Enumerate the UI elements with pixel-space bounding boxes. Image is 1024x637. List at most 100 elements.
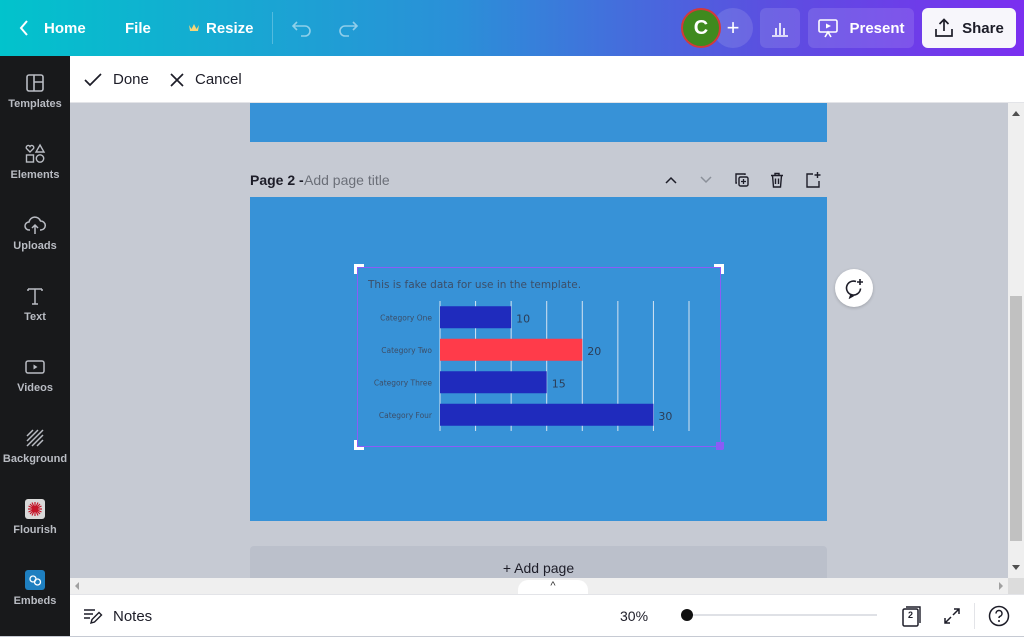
left-sidebar: Templates Elements Uploads Text Videos B… [0,56,70,636]
chart-selection-frame[interactable]: This is fake data for use in the templat… [354,264,724,450]
share-button[interactable]: Share [922,8,1016,48]
bottom-bar: Notes 30% 2 [70,594,1024,636]
present-icon [818,19,839,38]
done-button[interactable]: Done [83,56,149,103]
flourish-icon [25,499,45,519]
share-label: Share [962,19,1004,37]
undo-icon [291,21,311,37]
chevron-up-icon [665,176,677,184]
add-comment-button[interactable] [835,269,873,307]
category-label: Category Four [379,411,433,420]
category-label: Category Three [374,378,433,387]
bar-chart-icon [772,23,788,37]
home-button[interactable]: Home [18,0,86,56]
bar [440,306,512,329]
add-page-after-button[interactable] [802,169,824,191]
check-icon [84,72,102,86]
page-1-preview[interactable] [250,103,827,142]
sidebar-item-elements[interactable]: Elements [0,127,70,197]
duplicate-page-button[interactable] [731,169,753,191]
cancel-button[interactable]: Cancel [169,56,242,103]
sidebar-item-videos[interactable]: Videos [0,340,70,410]
sidebar-item-uploads[interactable]: Uploads [0,198,70,268]
insights-button[interactable] [760,8,800,48]
expand-icon [944,608,960,624]
scroll-down-arrow[interactable] [1012,565,1020,570]
undo-button[interactable] [291,0,313,56]
uploads-icon [24,216,46,234]
scroll-right-arrow[interactable] [999,582,1003,590]
scroll-left-arrow[interactable] [75,582,79,590]
add-page-label: + Add page [502,560,575,576]
page-number-label: Page 2 - [250,172,304,188]
present-label: Present [849,19,905,37]
page-title-input[interactable]: Add page title [304,172,390,188]
fullscreen-button[interactable] [942,606,962,631]
elements-icon [25,143,46,163]
notes-button[interactable]: Notes [83,595,152,637]
data-label: 30 [658,410,672,423]
sidebar-item-text[interactable]: Text [0,269,70,339]
edit-toolbar: Done Cancel [70,56,1024,103]
sidebar-item-label: Flourish [13,524,57,536]
data-label: 20 [587,345,601,358]
bar [440,338,583,361]
videos-icon [25,360,45,374]
data-label: 15 [552,377,566,390]
vertical-scrollbar[interactable] [1008,103,1024,578]
page-count: 2 [907,610,913,620]
vertical-scroll-thumb[interactable] [1010,296,1022,541]
crown-icon [189,24,199,31]
design-canvas: Page 2 - Add page title This is fake dat… [70,103,1008,578]
resize-label: Resize [206,19,254,37]
page-header: Page 2 - Add page title [250,169,827,191]
zoom-slider-handle[interactable] [681,609,693,621]
scrollbar-corner [1008,578,1024,594]
scroll-up-arrow[interactable] [1012,111,1020,116]
sidebar-item-label: Elements [10,169,60,181]
sidebar-item-flourish[interactable]: Flourish [0,482,70,552]
sidebar-item-background[interactable]: Background [0,411,70,481]
resize-button[interactable]: Resize [188,0,254,56]
help-button[interactable] [988,605,1010,632]
move-page-down-button[interactable] [695,169,717,191]
chevron-down-icon [700,176,712,184]
category-label: Category Two [381,346,432,355]
zoom-level[interactable]: 30% [620,595,648,637]
sidebar-item-label: Videos [17,382,53,394]
redo-button[interactable] [337,0,359,56]
page-count-button[interactable]: 2 [900,604,924,633]
sidebar-item-label: Embeds [13,595,57,607]
avatar[interactable]: C [681,8,721,48]
divider [974,603,975,629]
delete-page-button[interactable] [766,169,788,191]
notes-icon [84,609,103,625]
bar [440,403,654,426]
sidebar-item-templates[interactable]: Templates [0,56,70,126]
sidebar-item-embeds[interactable]: Embeds [0,553,70,623]
background-icon [26,429,44,447]
bar-chart: This is fake data for use in the templat… [367,279,690,431]
page-2[interactable]: This is fake data for use in the templat… [250,197,827,521]
cancel-label: Cancel [195,71,242,88]
present-button[interactable]: Present [808,8,914,48]
data-label: 10 [516,312,530,325]
zoom-slider-track[interactable] [686,614,877,616]
sidebar-item-label: Text [24,311,46,323]
duplicate-icon [735,173,749,187]
plus-icon: + [726,15,740,40]
sidebar-item-label: Uploads [13,240,57,252]
bar [440,371,547,394]
category-label: Category One [380,313,432,322]
close-icon [170,72,184,87]
chart-title: This is fake data for use in the templat… [367,279,581,291]
help-icon [988,605,1010,627]
top-bar: Home File Resize + C Present Share [0,0,1024,56]
embeds-icon [25,570,45,590]
trash-icon [771,172,783,188]
move-page-up-button[interactable] [660,169,682,191]
file-menu-button[interactable]: File [125,0,151,56]
file-label: File [125,19,151,37]
add-page-button[interactable]: + Add page [250,546,827,578]
comment-add-icon [845,279,863,299]
